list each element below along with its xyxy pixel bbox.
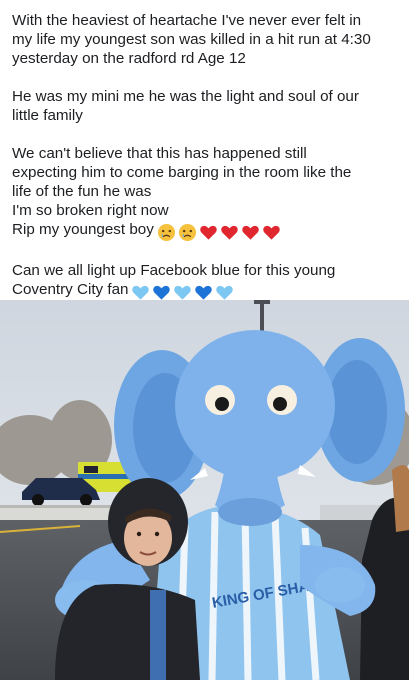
post-line: yesterday on the radford rd Age 12 [12, 50, 246, 67]
post-line-with-emojis: Coventry City fan [12, 280, 404, 302]
post-line-text: Rip my youngest boy [12, 221, 154, 238]
post-line: I'm so broken right now [12, 202, 169, 219]
crying-face-icon [178, 223, 197, 242]
post-text: With the heaviest of heartache I've neve… [12, 11, 404, 321]
post-paragraph-2: He was my mini me he was the light and s… [12, 87, 404, 125]
red-heart-icon [241, 223, 260, 242]
post-paragraph-3: We can't believe that this has happened … [12, 144, 404, 242]
photo-illustration: KING OF SHAVES [0, 300, 409, 680]
post-line: He was my mini me he was the light and s… [12, 88, 359, 105]
post-line: expecting him to come barging in the roo… [12, 164, 352, 181]
facebook-post: With the heaviest of heartache I've neve… [0, 0, 409, 680]
post-line: little family [12, 107, 83, 124]
post-line: Can we all light up Facebook blue for th… [12, 262, 336, 279]
post-line: life of the fun he was [12, 183, 152, 200]
post-photo[interactable]: KING OF SHAVES [0, 300, 409, 680]
red-heart-icon [199, 223, 218, 242]
post-line-with-emojis: Rip my youngest boy [12, 220, 404, 242]
emoji-row [157, 223, 283, 242]
post-line-text: Coventry City fan [12, 281, 129, 298]
red-heart-icon [262, 223, 281, 242]
crying-face-icon [157, 223, 176, 242]
post-paragraph-4: Can we all light up Facebook blue for th… [12, 261, 404, 302]
red-heart-icon [220, 223, 239, 242]
post-line: With the heaviest of heartache I've neve… [12, 12, 362, 29]
post-paragraph-1: With the heaviest of heartache I've neve… [12, 11, 404, 68]
post-line: my life my youngest son was killed in a … [12, 31, 371, 48]
post-line: We can't believe that this has happened … [12, 145, 307, 162]
